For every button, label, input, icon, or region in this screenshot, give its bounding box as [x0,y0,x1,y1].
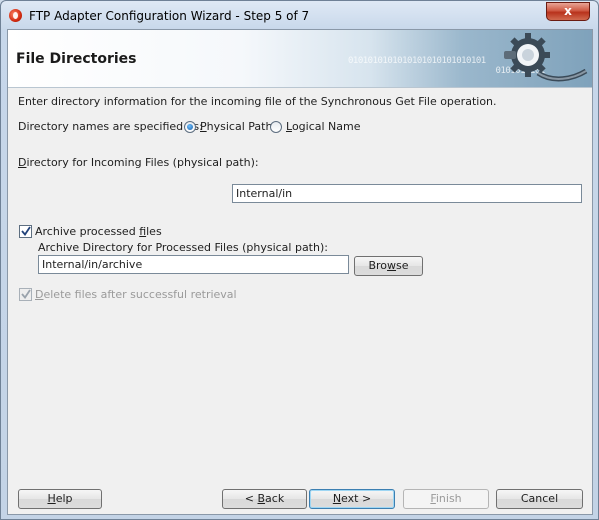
checkmark-icon [21,289,31,299]
delete-files-checkbox[interactable] [19,288,32,301]
intro-text: Enter directory information for the inco… [18,95,497,108]
delete-files-label: Delete files after successful retrieval [35,288,237,301]
cancel-button[interactable]: Cancel [496,489,583,509]
finish-button[interactable]: Finish [403,489,489,509]
physical-path-label[interactable]: Physical Path [200,120,272,133]
close-button[interactable]: x [546,2,590,21]
window-title: FTP Adapter Configuration Wizard - Step … [29,9,310,23]
browse-button[interactable]: Browse [354,256,423,276]
physical-path-radio[interactable] [184,121,196,133]
directory-names-label: Directory names are specified as: [18,120,203,133]
archive-directory-input[interactable]: Internal/in/archive [38,255,349,274]
checkmark-icon [21,226,31,236]
archive-processed-label[interactable]: Archive processed files [35,225,162,238]
help-button[interactable]: Help [18,489,102,509]
incoming-directory-label: Directory for Incoming Files (physical p… [18,156,259,169]
close-icon: x [564,4,572,18]
incoming-directory-input[interactable]: Internal/in [232,184,582,203]
wizard-window: FTP Adapter Configuration Wizard - Step … [0,0,599,520]
wizard-body: File Directories 01010101010101010101010… [7,29,593,515]
archive-processed-checkbox[interactable] [19,225,32,238]
oracle-app-icon [9,9,22,22]
header-banner: File Directories 01010101010101010101010… [8,30,592,88]
logical-name-label[interactable]: Logical Name [286,120,361,133]
page-title: File Directories [16,51,137,67]
back-button[interactable]: < Back [222,489,307,509]
logical-name-radio[interactable] [270,121,282,133]
next-button[interactable]: Next > [309,489,395,509]
gear-connector-icon [504,33,588,82]
archive-directory-label: Archive Directory for Processed Files (p… [38,241,328,254]
title-bar[interactable]: FTP Adapter Configuration Wizard - Step … [1,1,598,29]
